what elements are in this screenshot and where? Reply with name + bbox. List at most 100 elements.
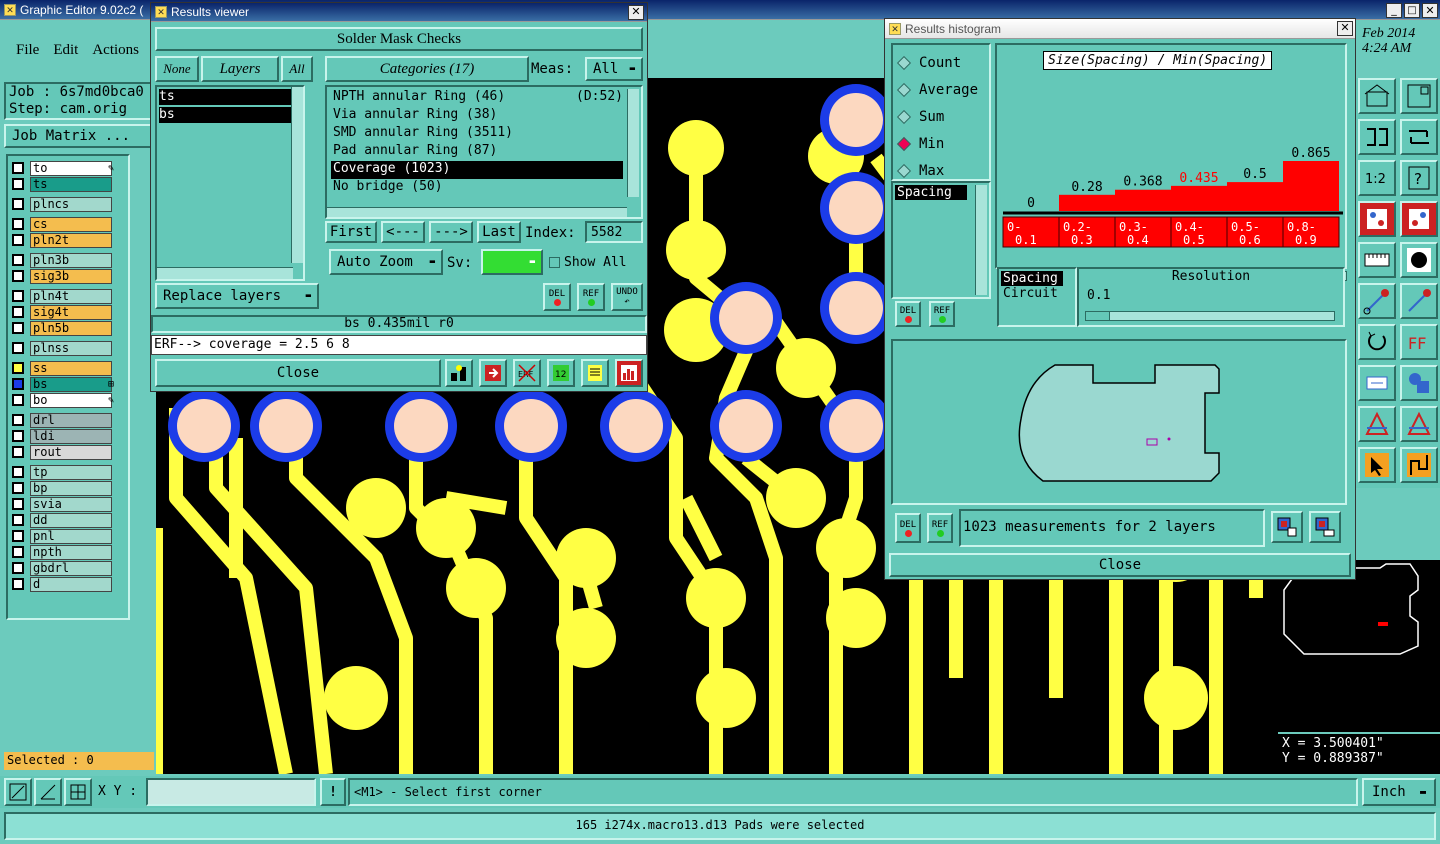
layer-name[interactable]: cs	[30, 216, 112, 232]
layer-checkbox[interactable]	[12, 218, 24, 230]
measure-icon[interactable]	[34, 778, 62, 806]
layer-checkbox[interactable]	[12, 514, 24, 526]
layer-row-plnss[interactable]: plnss	[12, 340, 128, 356]
layer-row-bo[interactable]: bo ✎	[12, 392, 128, 408]
layer-row-svia[interactable]: svia	[12, 496, 128, 512]
results-close-button[interactable]: Close	[155, 359, 441, 387]
line-end-icon[interactable]	[1400, 283, 1438, 319]
layer-row-ts[interactable]: ts	[12, 176, 128, 192]
report-icon[interactable]	[581, 359, 609, 387]
histogram-bar[interactable]	[1227, 182, 1283, 211]
zoom-fit-icon[interactable]	[4, 778, 32, 806]
category-scrollbar[interactable]	[627, 89, 639, 197]
type-spacing[interactable]: Spacing	[1001, 271, 1063, 286]
del-button[interactable]: DEL	[543, 283, 571, 311]
layers-button[interactable]: Layers	[201, 56, 279, 82]
layer-row-pln5b[interactable]: pln5b	[12, 320, 128, 336]
category-hscrollbar[interactable]	[327, 207, 627, 217]
layer-name[interactable]: bs	[30, 376, 112, 392]
select-cursor-icon[interactable]	[1358, 447, 1396, 483]
layer-checkbox[interactable]	[12, 562, 24, 574]
layer-name[interactable]: ss	[30, 360, 112, 376]
arc-edit-icon[interactable]	[1400, 406, 1438, 442]
layer-row-npth[interactable]: npth	[12, 544, 128, 560]
layer-name[interactable]: pln3b	[30, 252, 112, 268]
layer-name[interactable]: rout	[30, 444, 112, 460]
pad-icon[interactable]	[1400, 242, 1438, 278]
layer-row-sig4t[interactable]: sig4t	[12, 304, 128, 320]
ratio-icon[interactable]: 1:2	[1358, 160, 1396, 196]
histogram-icon[interactable]	[615, 359, 643, 387]
overview-map[interactable]	[1278, 560, 1440, 732]
layer-checkbox[interactable]	[12, 198, 24, 210]
layer-checkbox[interactable]	[12, 254, 24, 266]
measure-list-scrollbar[interactable]	[975, 185, 987, 295]
last-button[interactable]: Last	[477, 221, 521, 243]
hist-ref-button-top[interactable]: REF	[929, 301, 955, 327]
layer-checkbox[interactable]	[12, 362, 24, 374]
layer-checkbox[interactable]	[12, 446, 24, 458]
results-viewer-close-icon[interactable]: ✕	[628, 5, 644, 20]
layer-checkbox[interactable]	[12, 430, 24, 442]
layer-checkbox[interactable]	[12, 290, 24, 302]
layer-checkbox[interactable]	[12, 270, 24, 282]
alert-icon[interactable]: !	[320, 778, 346, 806]
layer-name[interactable]: tp	[30, 464, 112, 480]
home-icon[interactable]	[1358, 78, 1396, 114]
layer-name[interactable]: d	[30, 576, 112, 592]
histogram-bar[interactable]	[1115, 189, 1171, 211]
categories-button[interactable]: Categories (17)	[325, 56, 529, 82]
histogram-close-icon[interactable]: ✕	[1337, 21, 1353, 36]
layer-name[interactable]: ts	[30, 176, 112, 192]
replace-layers-select[interactable]: Replace layers ▬	[155, 283, 319, 309]
erf-off-icon[interactable]: ERF	[513, 359, 541, 387]
show-all-checkbox[interactable]	[549, 257, 560, 268]
category-item[interactable]: NPTH annular Ring (46) (D:52)	[331, 89, 623, 107]
layer-option-ts[interactable]: ts	[159, 89, 299, 105]
layer-row-plncs[interactable]: plncs	[12, 196, 128, 212]
scale-icon[interactable]: 12	[547, 359, 575, 387]
category-item[interactable]: Pad annular Ring (87)	[331, 143, 623, 161]
layer-list-scrollbar[interactable]	[291, 87, 303, 263]
step-icon[interactable]	[445, 359, 473, 387]
layer-link-icon[interactable]	[1400, 201, 1438, 237]
radio-diamond-icon[interactable]	[896, 55, 912, 70]
maximize-button[interactable]: □	[1404, 3, 1420, 18]
layer-row-pln4t[interactable]: pln4t	[12, 288, 128, 304]
mode-average[interactable]: Average	[893, 76, 989, 103]
histogram-bar[interactable]	[1283, 161, 1339, 211]
show-all-option[interactable]: Show All	[549, 255, 627, 270]
measure-item-spacing[interactable]: Spacing	[895, 185, 967, 200]
histogram-bar[interactable]	[1171, 185, 1227, 211]
layer-row-rout[interactable]: rout	[12, 444, 128, 460]
layer-name[interactable]: pln2t	[30, 232, 112, 248]
layer-name[interactable]: drl	[30, 412, 112, 428]
ref-button[interactable]: REF	[577, 283, 605, 311]
mode-min[interactable]: Min	[893, 130, 989, 157]
layer-name[interactable]: bp	[30, 480, 112, 496]
layer-checkbox[interactable]	[12, 530, 24, 542]
next-button[interactable]: --->	[429, 221, 473, 243]
layer-row-pln2t[interactable]: pln2t	[12, 232, 128, 248]
job-matrix-button[interactable]: Job Matrix ...	[4, 124, 154, 148]
layer-name[interactable]: sig3b	[30, 268, 112, 284]
hist-del-button[interactable]: DEL	[895, 513, 921, 543]
first-button[interactable]: First	[325, 221, 377, 243]
sv-color-select[interactable]: ▬	[481, 249, 543, 275]
window-frame-icon[interactable]	[1400, 78, 1438, 114]
export-icon[interactable]	[479, 359, 507, 387]
ruler-icon[interactable]	[1358, 242, 1396, 278]
layer-checkbox[interactable]	[12, 394, 24, 406]
layer-row-dd[interactable]: dd	[12, 512, 128, 528]
layer-checkbox[interactable]	[12, 378, 24, 390]
rotate-icon[interactable]	[1358, 324, 1396, 360]
step-repeat-icon[interactable]	[1358, 119, 1396, 155]
layer-list-hscrollbar[interactable]	[157, 267, 293, 279]
category-item[interactable]: SMD annular Ring (3511)	[331, 125, 623, 143]
xy-input[interactable]	[146, 778, 316, 806]
menu-file[interactable]: File	[16, 42, 39, 59]
layer-name[interactable]: npth	[30, 544, 112, 560]
category-item[interactable]: No bridge (50)	[331, 179, 623, 197]
layer-name[interactable]: to	[30, 160, 112, 176]
all-button[interactable]: All	[281, 56, 313, 82]
